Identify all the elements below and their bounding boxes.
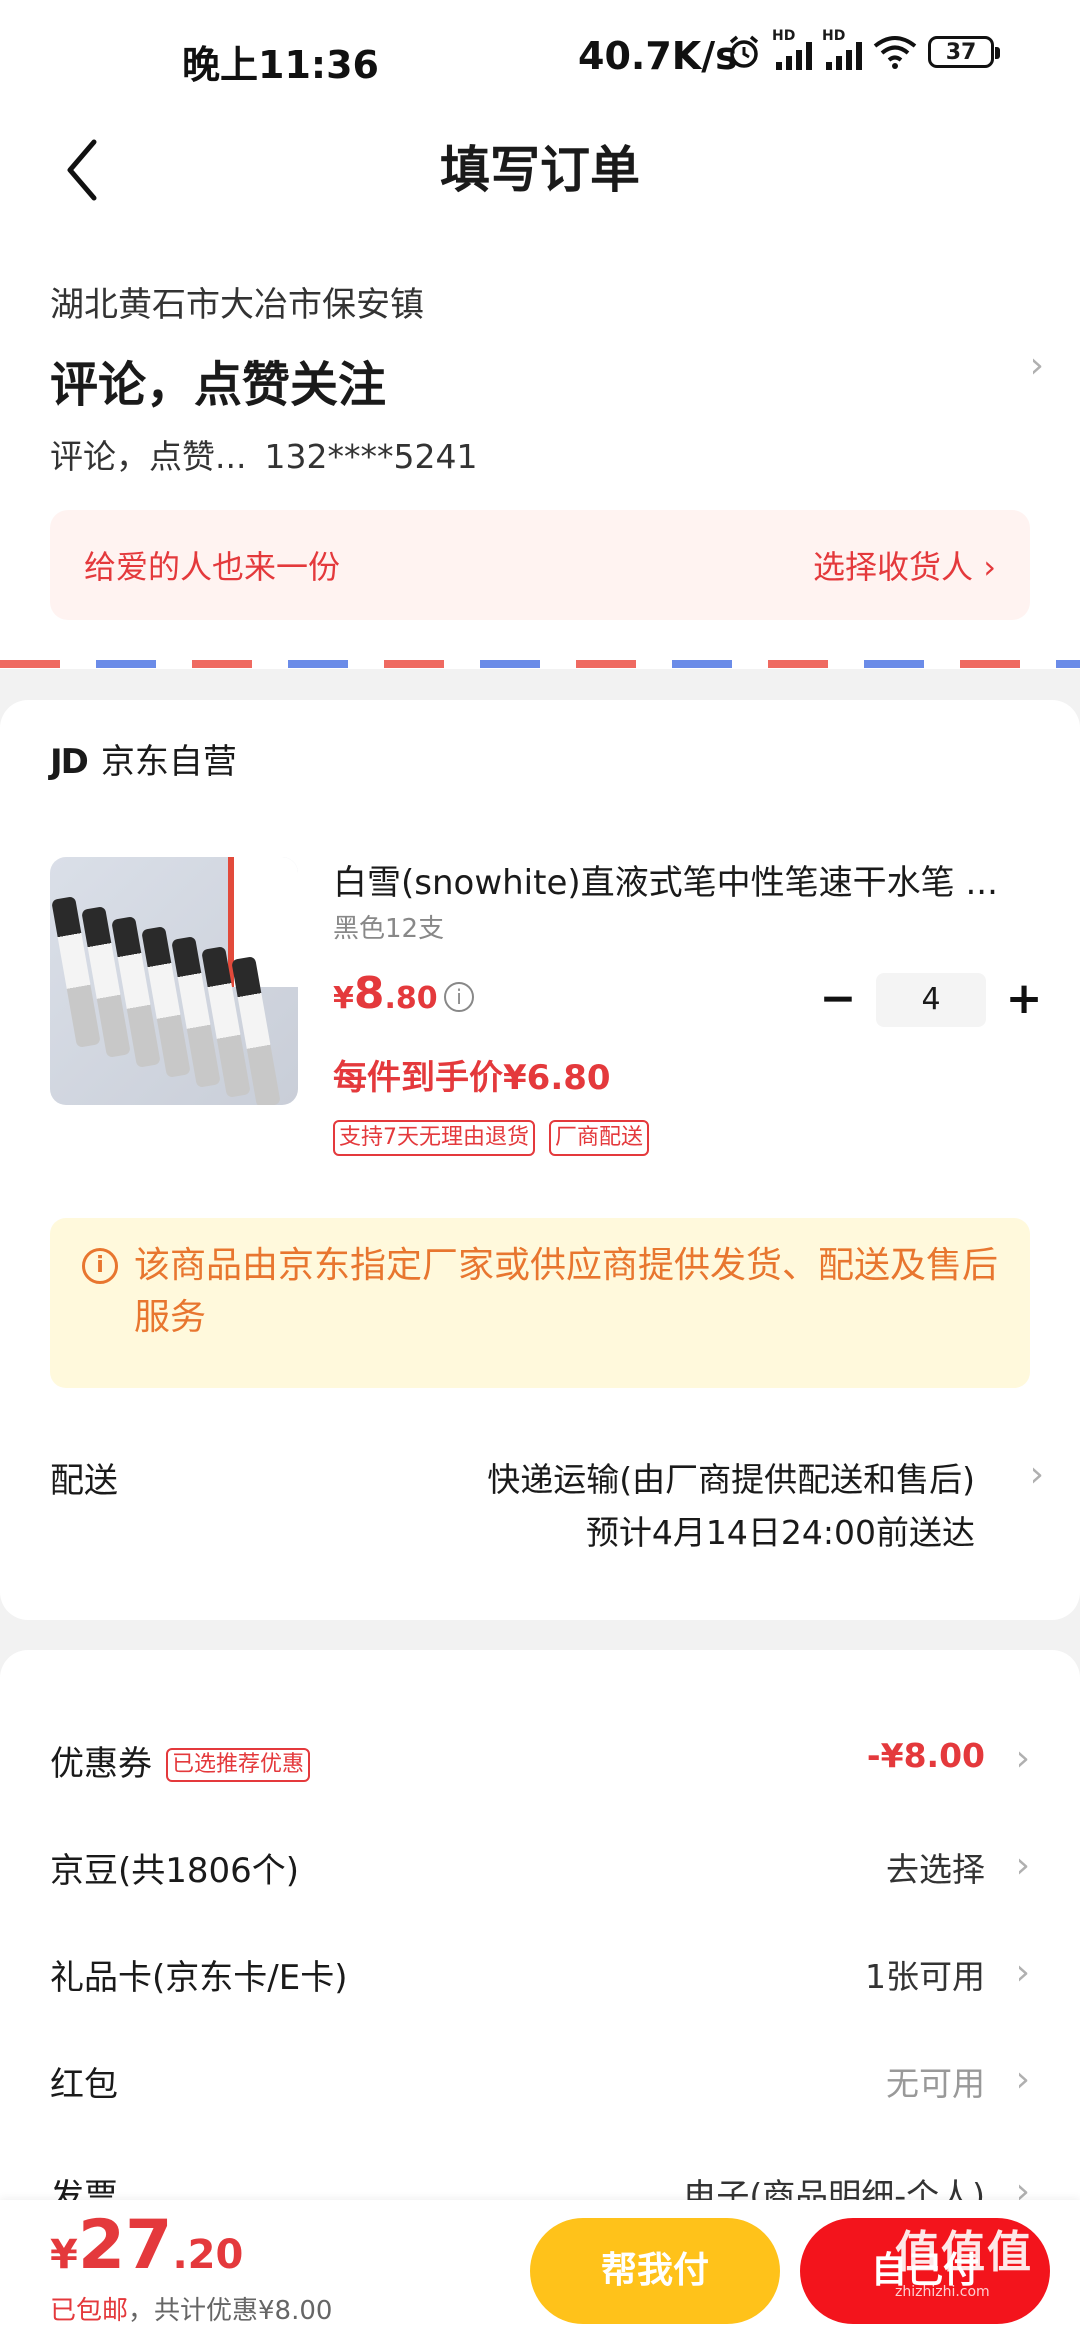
watermark-logo: 值值值	[895, 2227, 1033, 2278]
gift-card-row[interactable]: 礼品卡(京东卡/E卡) 1张可用 ›	[0, 1934, 1080, 2014]
chevron-right-icon[interactable]: ›	[1030, 1454, 1044, 1495]
gift-card-value: 1张可用	[865, 1957, 985, 1996]
contact-phone: 132****5241	[264, 437, 478, 476]
increase-button[interactable]: +	[994, 972, 1054, 1028]
help-pay-button[interactable]: 帮我付	[530, 2218, 780, 2324]
shop-name: JD 京东自营	[50, 734, 237, 783]
status-time: 晚上11:36	[182, 43, 379, 87]
total-integer: 27	[77, 2206, 173, 2285]
product-image[interactable]	[50, 857, 298, 1105]
address-detail: 评论，点赞关注	[50, 357, 387, 413]
signal-icon: HD	[772, 28, 812, 70]
page-title: 填写订单	[440, 141, 640, 199]
quantity-input[interactable]: 4	[876, 973, 986, 1027]
price-symbol: ¥	[333, 981, 354, 1016]
vendor-delivery-tag: 厂商配送	[549, 1120, 650, 1156]
total-symbol: ¥	[50, 2232, 78, 2278]
shipping-free: 已包邮	[50, 2296, 129, 2326]
delivery-label: 配送	[50, 1461, 118, 1501]
chevron-right-icon: ›	[1015, 1738, 1030, 1779]
vendor-notice-text: 该商品由京东指定厂家或供应商提供发货、配送及售后服务	[134, 1245, 999, 1338]
red-packet-row[interactable]: 红包 无可用 ›	[0, 2041, 1080, 2121]
status-bar: 晚上11:36 40.7K/s HD HD 37	[0, 0, 1080, 110]
product-title[interactable]: 白雪(snowhite)直液式笔中性笔速干水笔 ...	[333, 855, 1033, 904]
airmail-stripe	[0, 660, 1080, 668]
gift-card-label: 礼品卡(京东卡/E卡)	[50, 1958, 348, 1998]
signal-icon-2: HD	[822, 28, 862, 70]
chevron-right-icon: ›	[1029, 345, 1044, 386]
select-receiver-link[interactable]: 选择收货人 ›	[813, 542, 996, 588]
gift-banner-text: 给爱的人也来一份	[84, 548, 341, 586]
discount-note: ，共计优惠¥8.00	[128, 2296, 333, 2326]
chevron-right-icon: ›	[1015, 1952, 1030, 1993]
network-speed: 40.7K/s	[578, 34, 738, 78]
decrease-button[interactable]: −	[808, 972, 868, 1028]
total-price: ¥27.20	[50, 2206, 243, 2285]
delivery-eta: 预计4月14日24:00前送达	[585, 1513, 975, 1552]
page-header: 填写订单	[0, 110, 1080, 265]
total-note: 已包邮，共计优惠¥8.00	[50, 2290, 332, 2327]
product-price: ¥8.80	[333, 968, 438, 1019]
price-decimal: .80	[384, 981, 438, 1016]
battery-level: 37	[945, 39, 977, 65]
coupon-value: -¥8.00	[866, 1736, 985, 1775]
watermark: 值值值 zhizhizhi.com	[895, 2216, 1075, 2316]
alarm-icon	[729, 35, 759, 68]
vendor-notice: i 该商品由京东指定厂家或供应商提供发货、配送及售后服务	[50, 1218, 1030, 1388]
recommended-badge: 已选推荐优惠	[166, 1748, 311, 1782]
watermark-url: zhizhizhi.com	[895, 2284, 990, 2300]
coupon-text: 优惠券	[50, 1744, 152, 1784]
address-region: 湖北黄石市大冶市保安镇	[50, 285, 424, 325]
red-packet-label: 红包	[50, 2065, 118, 2105]
wifi-icon	[873, 36, 917, 69]
chevron-right-icon: ›	[1015, 2059, 1030, 2100]
product-tags: 支持7天无理由退货 厂商配送	[333, 1120, 650, 1156]
red-packet-value: 无可用	[886, 2064, 985, 2103]
price-info-icon[interactable]: i	[444, 982, 474, 1012]
jd-beans-row[interactable]: 京豆(共1806个) 去选择 ›	[0, 1827, 1080, 1907]
address-contact: 评论，点赞... 132****5241	[50, 430, 477, 478]
price-integer: 8	[353, 968, 385, 1019]
jd-beans-value: 去选择	[886, 1850, 985, 1889]
status-icons: HD HD 37	[726, 28, 1000, 70]
jd-logo: JD	[50, 742, 89, 782]
shop-label: 京东自营	[100, 742, 237, 782]
chevron-right-icon: ›	[1015, 1845, 1030, 1886]
total-decimal: .20	[172, 2232, 244, 2278]
product-spec: 黑色12支	[333, 914, 445, 944]
coupon-row[interactable]: 优惠券 已选推荐优惠 -¥8.00 ›	[0, 1720, 1080, 1800]
shop-card: JD 京东自营 白雪(snowhite)直液式笔中性笔速干水笔 ... 黑色12支…	[0, 700, 1080, 1620]
coupon-label: 优惠券 已选推荐优惠	[50, 1736, 311, 1785]
contact-name: 评论，点赞...	[50, 437, 247, 476]
gift-banner[interactable]: 给爱的人也来一份 选择收货人 ›	[50, 510, 1030, 620]
unit-price: 每件到手价¥6.80	[333, 1058, 611, 1098]
delivery-method[interactable]: 快递运输(由厂商提供配送和售后)	[487, 1453, 975, 1501]
info-icon: i	[82, 1248, 118, 1284]
jd-beans-label: 京豆(共1806个)	[50, 1851, 300, 1891]
return-policy-tag: 支持7天无理由退货	[333, 1120, 535, 1156]
address-card[interactable]: 湖北黄石市大冶市保安镇 评论，点赞关注 评论，点赞... 132****5241 …	[0, 265, 1080, 660]
quantity-stepper: − 4 +	[808, 972, 1054, 1028]
battery-icon: 37	[928, 36, 1000, 68]
